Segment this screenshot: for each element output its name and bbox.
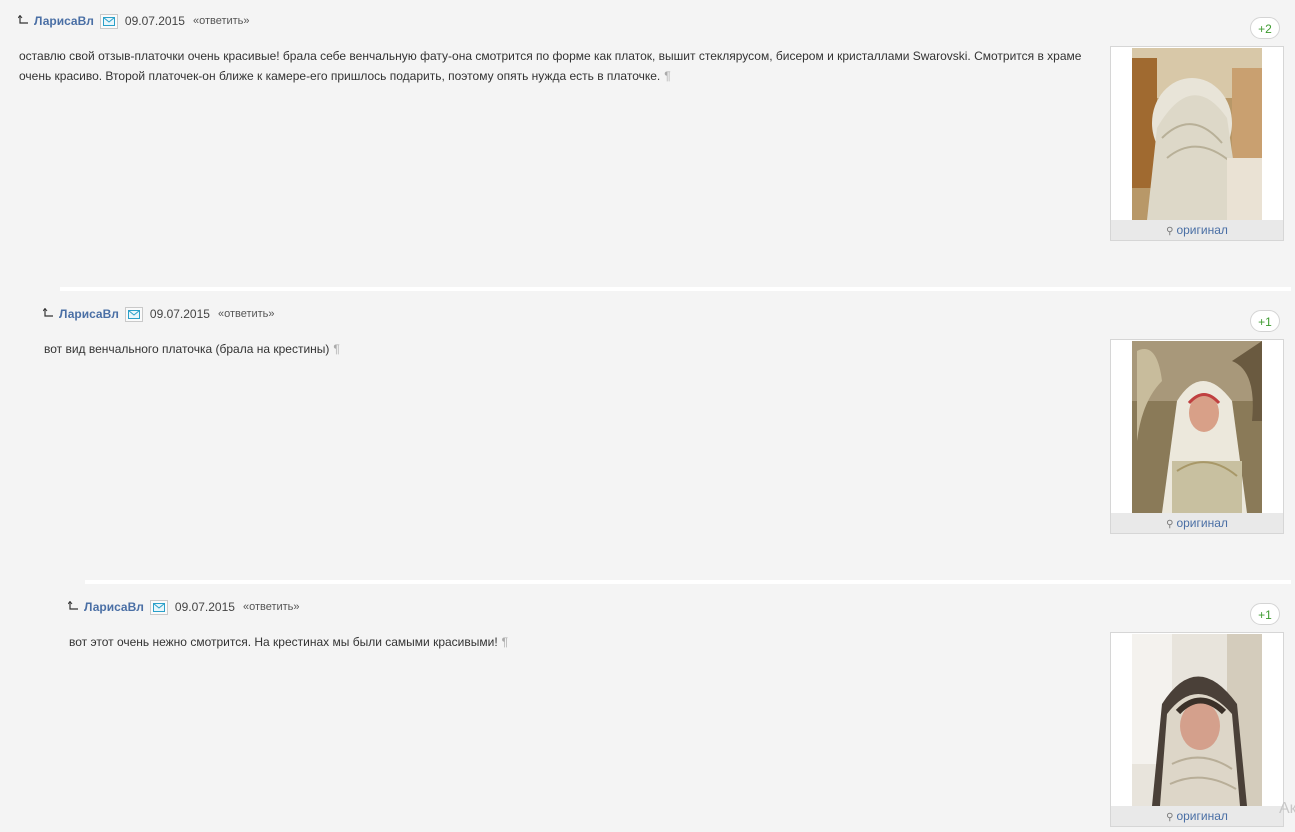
reply-link[interactable]: «ответить» [243,601,300,613]
username-link[interactable]: ЛарисаВл [84,600,144,614]
original-link[interactable]: ⚲ оригинал [1111,220,1283,240]
comment: ЛарисаВл 09.07.2015 «ответить» вот этот … [50,586,1295,832]
magnifier-icon: ⚲ [1166,519,1174,530]
permalink-pilcrow[interactable]: ¶ [664,69,670,83]
reply-arrow-icon[interactable] [68,601,80,613]
photo-image[interactable] [1132,48,1262,220]
permalink-pilcrow[interactable]: ¶ [502,635,508,649]
comment-separator [60,287,1291,291]
comment-meta: ЛарисаВл 09.07.2015 «ответить» [68,599,300,615]
comment-date: 09.07.2015 [149,307,210,321]
edge-cutoff-text: Ак [1279,800,1295,817]
comment-text: оставлю свой отзыв-платочки очень красив… [19,46,1101,86]
reply-link[interactable]: «ответить» [218,308,275,320]
comment: ЛарисаВл 09.07.2015 «ответить» оставлю с… [0,0,1295,288]
comment-meta: ЛарисаВл 09.07.2015 «ответить» [43,306,275,322]
original-label: оригинал [1176,223,1228,237]
comment-separator [85,580,1291,584]
comment: ЛарисаВл 09.07.2015 «ответить» вот вид в… [25,293,1295,580]
reply-arrow-icon[interactable] [18,15,30,27]
mail-icon[interactable] [99,13,118,29]
original-link[interactable]: ⚲ оригинал [1111,806,1283,826]
username-link[interactable]: ЛарисаВл [59,307,119,321]
comment-body: вот вид венчального платочка (брала на к… [44,342,330,356]
comment-body: вот этот очень нежно смотрится. На крест… [69,635,498,649]
mail-icon[interactable] [149,599,168,615]
mail-icon[interactable] [124,306,143,322]
vote-badge[interactable]: +1 [1250,603,1280,625]
comment-meta: ЛарисаВл 09.07.2015 «ответить» [18,13,250,29]
photo-image[interactable] [1132,341,1262,513]
photo-image[interactable] [1132,634,1262,806]
vote-badge[interactable]: +2 [1250,17,1280,39]
comment-text: вот этот очень нежно смотрится. На крест… [69,632,1151,652]
original-label: оригинал [1176,809,1228,823]
comment-date: 09.07.2015 [124,14,185,28]
comment-date: 09.07.2015 [174,600,235,614]
vote-badge[interactable]: +1 [1250,310,1280,332]
reply-link[interactable]: «ответить» [193,15,250,27]
photo-thumbnail: ⚲ оригинал [1110,632,1284,827]
reply-arrow-icon[interactable] [43,308,55,320]
username-link[interactable]: ЛарисаВл [34,14,94,28]
photo-thumbnail: ⚲ оригинал [1110,46,1284,241]
original-label: оригинал [1176,516,1228,530]
comment-text: вот вид венчального платочка (брала на к… [44,339,1126,359]
permalink-pilcrow[interactable]: ¶ [333,342,339,356]
photo-thumbnail: ⚲ оригинал [1110,339,1284,534]
magnifier-icon: ⚲ [1166,812,1174,823]
comment-body: оставлю свой отзыв-платочки очень красив… [19,49,1082,83]
original-link[interactable]: ⚲ оригинал [1111,513,1283,533]
magnifier-icon: ⚲ [1166,226,1174,237]
